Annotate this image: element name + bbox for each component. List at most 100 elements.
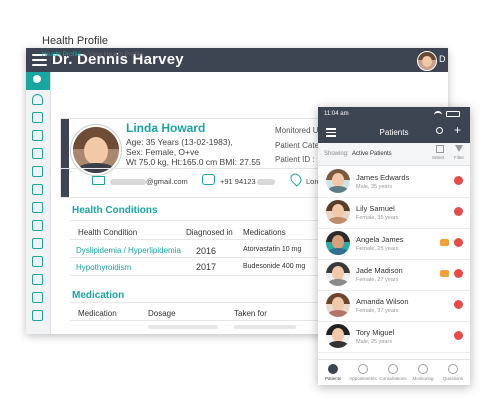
phone-icon bbox=[202, 174, 215, 185]
document-icon[interactable] bbox=[32, 238, 43, 249]
breadcrumb-link[interactable]: Health Profile bbox=[42, 51, 81, 58]
list-icon[interactable] bbox=[32, 112, 43, 123]
patient-row[interactable]: Lily Samuel Female, 35 years bbox=[318, 197, 470, 229]
bar-chart-icon[interactable] bbox=[32, 148, 43, 159]
consultations-icon bbox=[388, 364, 398, 374]
status-bar: 11:04 am bbox=[318, 107, 470, 121]
email-icon bbox=[92, 176, 105, 185]
patient-row[interactable]: Jade Madison Female, 27 years bbox=[318, 259, 470, 291]
dosage-placeholder bbox=[148, 325, 218, 329]
calendar-icon[interactable] bbox=[32, 184, 43, 195]
app-title: Patients bbox=[379, 128, 409, 137]
patient-sex: Sex: Female, O+ve bbox=[126, 147, 199, 157]
download-icon[interactable] bbox=[32, 310, 43, 321]
health-conditions-title: Health Conditions bbox=[72, 205, 158, 216]
phone-number: +91 94123 bbox=[220, 177, 256, 186]
patients-icon bbox=[328, 364, 338, 374]
tab-questions[interactable]: Questions bbox=[438, 362, 468, 381]
app-header: Patients + bbox=[318, 121, 470, 143]
patient-details: Female, 25 years bbox=[356, 246, 399, 252]
diagnosed-year: 2017 bbox=[196, 262, 217, 272]
tab-label: Appointments bbox=[349, 376, 377, 381]
patient-avatar bbox=[326, 231, 350, 255]
header-diagnosed-in: Diagnosed in bbox=[186, 228, 233, 237]
filter-label[interactable]: Filter bbox=[454, 155, 464, 160]
patient-row[interactable]: Tory Miguel Male, 25 years bbox=[318, 321, 470, 353]
medication-value: Atorvastatin 10 mg bbox=[243, 246, 302, 253]
medication-value: Budesonide 400 mg bbox=[243, 263, 306, 270]
doctor-initial[interactable]: D bbox=[439, 54, 446, 64]
patient-avatar bbox=[326, 293, 350, 317]
alert-icon[interactable] bbox=[454, 331, 463, 340]
search-icon[interactable] bbox=[436, 127, 443, 134]
add-icon[interactable]: + bbox=[454, 123, 461, 137]
chat-icon[interactable] bbox=[440, 270, 449, 277]
card-stripe bbox=[61, 119, 69, 197]
patient-avatar bbox=[326, 262, 350, 286]
header-taken-for: Taken for bbox=[234, 309, 267, 318]
patient-name: Angela James bbox=[356, 235, 404, 244]
bottom-tab-bar: Patients Appointments Consultations Moni… bbox=[318, 359, 470, 385]
file-icon[interactable] bbox=[32, 256, 43, 267]
tab-appointments[interactable]: Appointments bbox=[348, 362, 378, 381]
user-icon[interactable] bbox=[32, 94, 43, 105]
tab-label: Monitoring bbox=[412, 376, 434, 381]
report-icon[interactable] bbox=[32, 166, 43, 177]
appointments-icon bbox=[358, 364, 368, 374]
patient-name: Lily Samuel bbox=[356, 204, 395, 213]
pulse-icon[interactable] bbox=[32, 274, 43, 285]
patient-details: Male, 25 years bbox=[356, 339, 393, 345]
battery-icon bbox=[446, 111, 460, 117]
filter-icon[interactable] bbox=[455, 145, 463, 152]
grid-icon[interactable] bbox=[32, 292, 43, 303]
tab-consultations[interactable]: Consultations bbox=[378, 362, 408, 381]
condition-link[interactable]: Dyslipidemia / Hyperlipidemia bbox=[76, 246, 181, 255]
breadcrumb-current: View Health Profile bbox=[88, 51, 144, 58]
sidebar-item-profile[interactable] bbox=[26, 72, 50, 90]
patient-vitals: Wt 75.0 kg, Ht:165.0 cm BMI: 27.55 bbox=[126, 157, 261, 167]
tab-label: Questions bbox=[442, 376, 464, 381]
breadcrumb: Health Profile » View Health Profile bbox=[42, 51, 143, 58]
header-dosage: Dosage bbox=[148, 309, 176, 318]
taken-for-placeholder bbox=[234, 325, 296, 329]
select-label[interactable]: Select bbox=[432, 155, 445, 160]
camera-icon[interactable] bbox=[32, 220, 43, 231]
patient-name: Jade Madison bbox=[356, 266, 403, 275]
condition-link[interactable]: Hypothyroidism bbox=[76, 263, 131, 272]
header-health-condition: Health Condition bbox=[78, 228, 138, 237]
chat-icon[interactable] bbox=[440, 239, 449, 246]
showing-label: Showing: bbox=[324, 151, 349, 157]
monitoring-icon bbox=[418, 364, 428, 374]
phone-field: +91 94123 bbox=[220, 177, 275, 186]
sidebar bbox=[26, 72, 51, 334]
showing-value[interactable]: Active Patients bbox=[352, 151, 392, 157]
header-medications: Medications bbox=[243, 228, 286, 237]
alert-icon[interactable] bbox=[454, 207, 463, 216]
patient-row[interactable]: Angela James Female, 25 years bbox=[318, 228, 470, 260]
alert-icon[interactable] bbox=[454, 176, 463, 185]
video-icon[interactable] bbox=[32, 202, 43, 213]
alert-icon[interactable] bbox=[454, 300, 463, 309]
patient-avatar bbox=[326, 200, 350, 224]
patient-details: Male, 35 years bbox=[356, 184, 393, 190]
diagnosed-year: 2016 bbox=[196, 246, 217, 256]
patient-details: Female, 37 years bbox=[356, 308, 399, 314]
patient-name: Linda Howard bbox=[126, 121, 206, 135]
alert-icon[interactable] bbox=[454, 238, 463, 247]
questions-icon bbox=[448, 364, 458, 374]
status-time: 11:04 am bbox=[324, 111, 349, 117]
wifi-icon bbox=[434, 111, 442, 119]
doctor-avatar[interactable] bbox=[417, 51, 437, 71]
select-icon[interactable] bbox=[436, 145, 444, 153]
email-domain: @gmail.com bbox=[146, 177, 188, 186]
patient-details: Female, 35 years bbox=[356, 215, 399, 221]
mobile-app: 11:04 am Patients + Showing: Active Pati… bbox=[318, 107, 470, 385]
patient-row[interactable]: Amanda Wilson Female, 37 years bbox=[318, 290, 470, 322]
tab-patients[interactable]: Patients bbox=[318, 362, 348, 381]
tab-monitoring[interactable]: Monitoring bbox=[408, 362, 438, 381]
alert-icon[interactable] bbox=[454, 269, 463, 278]
patient-row[interactable]: James Edwards Male, 35 years bbox=[318, 166, 470, 198]
patient-id-label: Patient ID : bbox=[275, 155, 315, 164]
category-label: Patient Cate bbox=[275, 141, 320, 150]
chart-icon[interactable] bbox=[32, 130, 43, 141]
